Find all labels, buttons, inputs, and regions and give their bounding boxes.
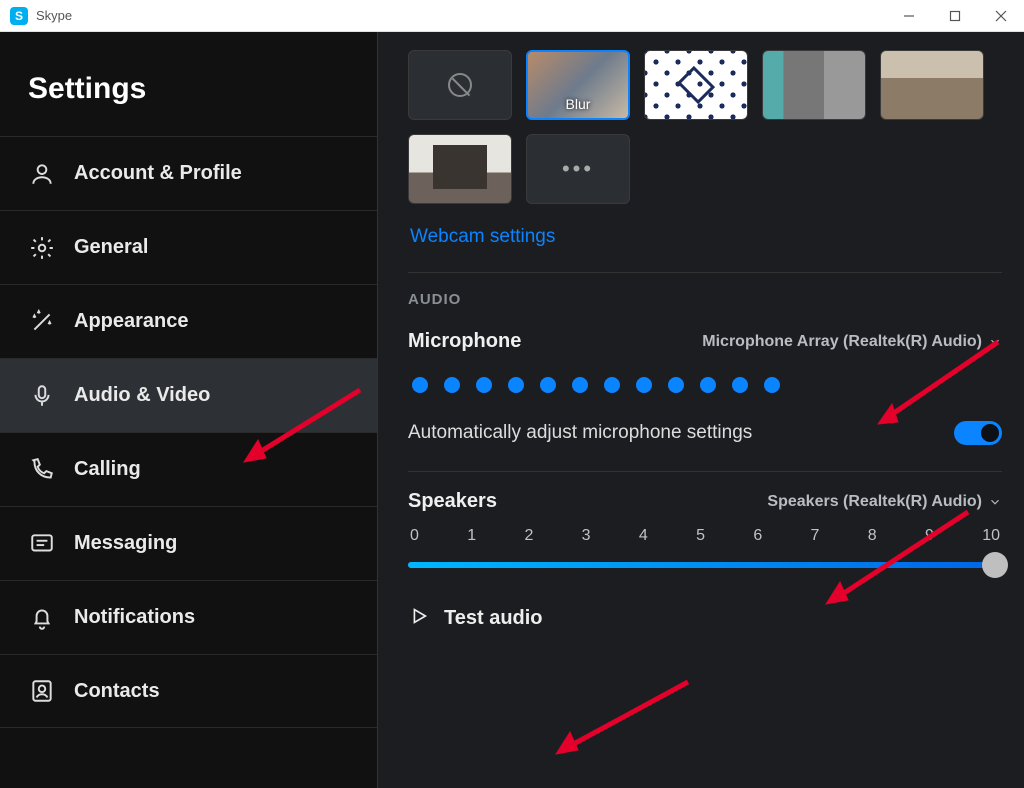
test-audio-label: Test audio [444,607,543,630]
microphone-level-meter [412,377,1002,393]
window-titlebar: S Skype [0,0,1024,32]
close-button[interactable] [978,0,1024,32]
sidebar-item-account[interactable]: Account & Profile [0,136,377,210]
slider-thumb[interactable] [982,552,1008,578]
speakers-label: Speakers [408,490,497,513]
settings-sidebar: Settings Account & Profile General Appea… [0,32,378,788]
sidebar-item-label: General [74,236,148,259]
settings-panel: Blur ••• Webcam settings AUDIO Microphon… [378,32,1024,788]
skype-icon: S [10,7,28,25]
none-icon [448,73,472,97]
background-preset-3[interactable] [880,50,984,120]
sidebar-item-label: Messaging [74,532,177,555]
chevron-down-icon [988,495,1002,509]
divider [408,272,1002,273]
sidebar-item-calling[interactable]: Calling [0,432,377,506]
user-icon [28,160,56,188]
auto-adjust-toggle[interactable] [954,421,1002,445]
sidebar-item-label: Notifications [74,606,195,629]
background-none[interactable] [408,50,512,120]
sidebar-item-label: Audio & Video [74,384,210,407]
speaker-volume-slider[interactable] [408,555,1002,575]
sidebar-item-audio-video[interactable]: Audio & Video [0,358,377,432]
app-name: Skype [36,8,72,23]
speaker-volume-control: 012345678910 [408,527,1002,575]
microphone-label: Microphone [408,330,521,353]
chat-icon [28,530,56,558]
sidebar-item-general[interactable]: General [0,210,377,284]
settings-title: Settings [0,32,377,136]
chevron-down-icon [988,335,1002,349]
background-blur[interactable]: Blur [526,50,630,120]
volume-ticks: 012345678910 [408,527,1002,545]
mic-icon [28,382,56,410]
background-more[interactable]: ••• [526,134,630,204]
background-preset-1[interactable] [644,50,748,120]
webcam-settings-link[interactable]: Webcam settings [410,226,555,248]
sidebar-item-label: Contacts [74,680,160,703]
microphone-device-name: Microphone Array (Realtek(R) Audio) [702,333,982,351]
more-icon: ••• [562,156,594,182]
divider [408,471,1002,472]
annotation-arrow [548,672,698,767]
auto-adjust-label: Automatically adjust microphone settings [408,422,752,444]
phone-icon [28,456,56,484]
audio-section-label: AUDIO [408,291,1002,308]
background-preset-2[interactable] [762,50,866,120]
wand-icon [28,308,56,336]
minimize-button[interactable] [886,0,932,32]
sidebar-item-label: Appearance [74,310,189,333]
sidebar-item-notifications[interactable]: Notifications [0,580,377,654]
thumb-label: Blur [528,96,628,112]
sidebar-item-messaging[interactable]: Messaging [0,506,377,580]
sidebar-item-label: Calling [74,458,141,481]
sidebar-item-label: Account & Profile [74,162,242,185]
sidebar-item-contacts[interactable]: Contacts [0,654,377,728]
play-icon [408,605,430,632]
microphone-device-dropdown[interactable]: Microphone Array (Realtek(R) Audio) [702,333,1002,351]
maximize-button[interactable] [932,0,978,32]
sidebar-item-appearance[interactable]: Appearance [0,284,377,358]
background-preset-4[interactable] [408,134,512,204]
speakers-device-name: Speakers (Realtek(R) Audio) [767,493,982,511]
background-effect-list: Blur ••• [408,50,1002,204]
test-audio-button[interactable]: Test audio [408,605,1002,632]
contacts-icon [28,677,56,705]
bell-icon [28,604,56,632]
speakers-device-dropdown[interactable]: Speakers (Realtek(R) Audio) [767,493,1002,511]
gear-icon [28,234,56,262]
